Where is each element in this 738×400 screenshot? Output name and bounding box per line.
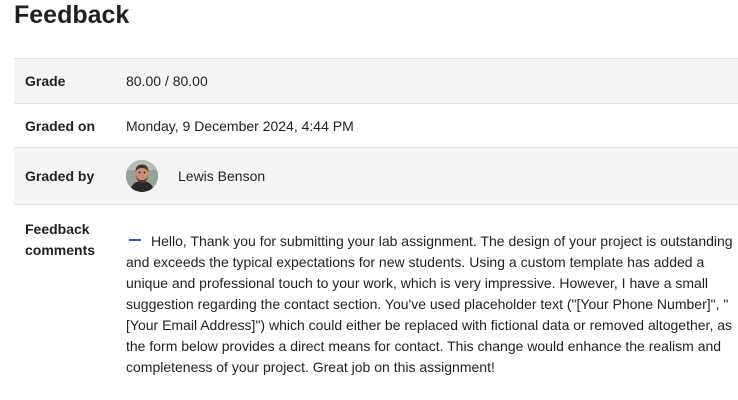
graded-on-value: Monday, 9 December 2024, 4:44 PM <box>126 103 738 148</box>
grade-row: Grade 80.00 / 80.00 <box>14 58 738 104</box>
avatar[interactable] <box>126 160 158 192</box>
feedback-comments-label-line1: Feedback <box>25 221 90 237</box>
graded-by-label: Graded by <box>14 147 126 205</box>
feedback-comment: Hello, Thank you for submitting your lab… <box>126 231 738 378</box>
user-avatar-icon <box>126 160 158 192</box>
feedback-comment-text: Hello, Thank you for submitting your lab… <box>126 233 733 375</box>
feedback-comments-label-line2: comments <box>25 242 96 258</box>
collapse-minus-icon[interactable] <box>129 239 141 242</box>
grader-name: Lewis Benson <box>178 168 266 184</box>
feedback-comments-label: Feedback comments <box>14 204 126 378</box>
graded-by-cell: Lewis Benson <box>126 147 738 205</box>
feedback-comments-cell: Hello, Thank you for submitting your lab… <box>126 204 738 378</box>
grader: Lewis Benson <box>126 160 738 192</box>
graded-on-label: Graded on <box>14 103 126 148</box>
grade-value: 80.00 / 80.00 <box>126 58 738 104</box>
grade-label: Grade <box>14 58 126 104</box>
feedback-page: Feedback Grade 80.00 / 80.00 Graded on M… <box>0 0 738 400</box>
feedback-table: Grade 80.00 / 80.00 Graded on Monday, 9 … <box>14 58 738 378</box>
page-title: Feedback <box>14 1 130 29</box>
feedback-comments-row: Feedback comments Hello, Thank you for s… <box>14 204 738 378</box>
graded-by-row: Graded by Lewis Benson <box>14 147 738 205</box>
graded-on-row: Graded on Monday, 9 December 2024, 4:44 … <box>14 103 738 148</box>
